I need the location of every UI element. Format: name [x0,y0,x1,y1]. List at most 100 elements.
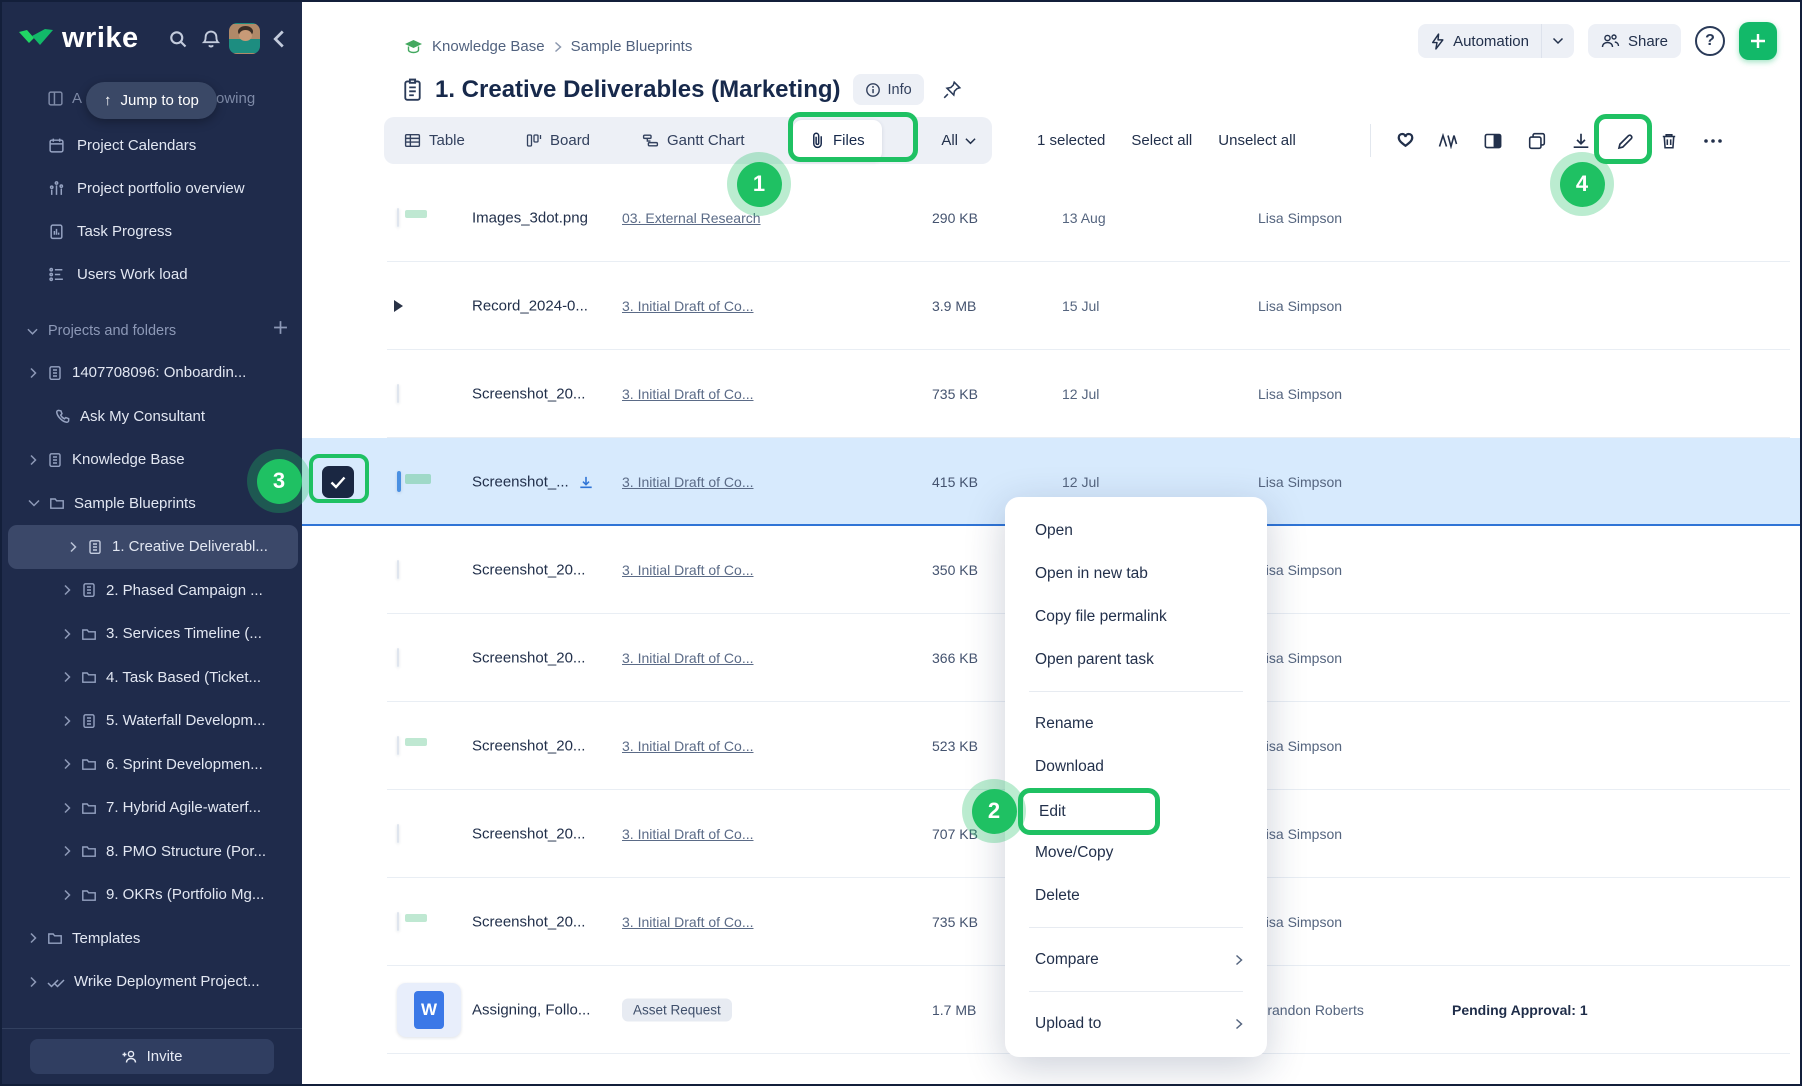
collapse-sidebar-icon[interactable] [266,26,292,52]
tab-files[interactable]: Files [793,120,882,161]
document-icon [81,582,97,598]
file-thumbnail[interactable] [397,824,399,843]
row-checkbox-checked[interactable] [322,466,354,498]
breadcrumb-knowledge-base[interactable]: Knowledge Base [432,38,545,55]
approvals-icon[interactable] [1388,120,1422,162]
title-row: 1. Creative Deliverables (Marketing) Inf… [402,74,962,105]
invite-button[interactable]: Invite [30,1039,274,1074]
file-thumbnail[interactable] [397,471,401,492]
file-context-menu: Open Open in new tab Copy file permalink… [1005,497,1267,1057]
tab-table[interactable]: Table [404,117,465,164]
download-mini-icon[interactable] [579,475,593,489]
parent-task-link[interactable]: 3. Initial Draft of Co... [622,914,907,930]
menu-item-open-parent-task[interactable]: Open parent task [1005,638,1267,681]
automation-dropdown-chevron-icon[interactable] [1542,37,1574,45]
menu-item-compare[interactable]: Compare [1005,938,1267,981]
add-project-icon[interactable] [273,320,288,335]
file-row-partial[interactable] [302,1054,1802,1086]
word-icon: W [414,991,444,1029]
people-icon [1601,33,1620,49]
gantt-icon [642,133,659,148]
menu-item-rename[interactable]: Rename [1005,702,1267,745]
unselect-all-button[interactable]: Unselect all [1218,132,1296,149]
parent-task-link[interactable]: 3. Initial Draft of Co... [622,298,907,314]
menu-item-edit[interactable]: Edit [1005,788,1267,831]
sidebar-item-ask-my-consultant[interactable]: Ask My Consultant [2,395,302,439]
projects-and-folders-section[interactable]: Projects and folders [2,312,302,350]
file-row[interactable]: Images_3dot.png 03. External Research 29… [302,174,1802,262]
asset-request-tag[interactable]: Asset Request [622,999,907,1022]
pin-icon[interactable] [942,80,962,100]
download-icon[interactable] [1564,120,1598,162]
sidebar-item-creative-deliverables[interactable]: 1. Creative Deliverabl... [8,525,298,569]
file-row[interactable]: Record_2024-0... 3. Initial Draft of Co.… [302,262,1802,350]
file-thumbnail[interactable] [397,648,399,667]
file-thumbnail[interactable] [397,736,399,755]
notifications-bell-icon[interactable] [198,26,224,52]
menu-item-copy-file-permalink[interactable]: Copy file permalink [1005,595,1267,638]
search-icon[interactable] [165,26,191,52]
workload-icon [48,266,65,283]
parent-task-link[interactable]: 3. Initial Draft of Co... [622,562,907,578]
parent-task-link[interactable]: 3. Initial Draft of Co... [622,738,907,754]
sidebar-item-project-portfolio-overview[interactable]: Project portfolio overview [2,167,302,210]
menu-item-upload-to[interactable]: Upload to [1005,1002,1267,1045]
parent-task-link[interactable]: 3. Initial Draft of Co... [622,474,907,490]
compare-icon[interactable] [1476,120,1510,162]
create-new-button[interactable] [1739,22,1777,60]
file-thumbnail[interactable] [397,560,399,579]
menu-item-open[interactable]: Open [1005,509,1267,552]
share-button[interactable]: Share [1588,24,1681,58]
sidebar-item-wrike-deployment[interactable]: Wrike Deployment Project... [2,960,302,1004]
sidebar-item-phased-campaign[interactable]: 2. Phased Campaign ... [2,569,302,613]
delete-trash-icon[interactable] [1652,120,1686,162]
sidebar-item-partially-hidden[interactable]: A owing ↑ Jump to top [2,80,302,120]
tab-board[interactable]: Board [526,117,590,164]
sidebar-item-knowledge-base[interactable]: Knowledge Base [2,438,302,482]
parent-task-link[interactable]: 3. Initial Draft of Co... [622,650,907,666]
files-filter-dropdown[interactable]: All [941,117,976,164]
sidebar-item-onboarding[interactable]: 1407708096: Onboardin... [2,351,302,395]
menu-item-move-copy[interactable]: Move/Copy [1005,831,1267,874]
user-avatar[interactable] [229,23,260,54]
sidebar-item-templates[interactable]: Templates [2,917,302,961]
file-row[interactable]: Screenshot_20... 3. Initial Draft of Co.… [302,350,1802,438]
edit-pencil-icon[interactable] [1608,120,1642,162]
jump-to-top-tooltip[interactable]: ↑ Jump to top [86,82,217,119]
select-all-button[interactable]: Select all [1131,132,1192,149]
sidebar-item-users-work-load[interactable]: Users Work load [2,253,302,296]
file-thumbnail[interactable] [397,912,399,931]
sidebar-item-okrs[interactable]: 9. OKRs (Portfolio Mg... [2,873,302,917]
sidebar-item-task-progress[interactable]: Task Progress [2,210,302,253]
sidebar-item-pmo-structure[interactable]: 8. PMO Structure (Por... [2,830,302,874]
file-thumbnail[interactable] [397,208,399,227]
parent-task-link[interactable]: 3. Initial Draft of Co... [622,826,907,842]
file-thumbnail[interactable] [397,384,399,403]
info-button[interactable]: Info [853,74,924,105]
help-button[interactable]: ? [1695,26,1725,56]
tab-gantt-chart[interactable]: Gantt Chart [642,117,745,164]
parent-task-link[interactable]: 03. External Research [622,210,907,226]
sidebar-item-hybrid-agile[interactable]: 7. Hybrid Agile-waterf... [2,786,302,830]
proofing-icon[interactable] [1432,120,1466,162]
sidebar-item-task-based[interactable]: 4. Task Based (Ticket... [2,656,302,700]
sidebar-item-sprint-development[interactable]: 6. Sprint Developmen... [2,743,302,787]
wrike-logo[interactable]: wrike [16,22,139,55]
parent-task-link[interactable]: 3. Initial Draft of Co... [622,386,907,402]
logo-text: wrike [62,22,139,55]
sidebar-item-sample-blueprints[interactable]: Sample Blueprints [2,482,302,526]
menu-item-delete[interactable]: Delete [1005,874,1267,917]
word-doc-thumbnail[interactable]: W [397,983,461,1037]
menu-item-download[interactable]: Download [1005,745,1267,788]
tree-item-label: 2. Phased Campaign ... [106,582,263,599]
question-icon: ? [1705,32,1715,50]
breadcrumb-sample-blueprints[interactable]: Sample Blueprints [571,38,693,55]
duplicate-icon[interactable] [1520,120,1554,162]
sidebar-item-project-calendars[interactable]: Project Calendars [2,124,302,167]
tree-item-label: Wrike Deployment Project... [74,973,260,990]
menu-item-open-in-new-tab[interactable]: Open in new tab [1005,552,1267,595]
automation-button[interactable]: Automation [1418,24,1574,58]
sidebar-item-waterfall-development[interactable]: 5. Waterfall Developm... [2,699,302,743]
sidebar-item-services-timeline[interactable]: 3. Services Timeline (... [2,612,302,656]
more-options-icon[interactable] [1696,120,1730,162]
